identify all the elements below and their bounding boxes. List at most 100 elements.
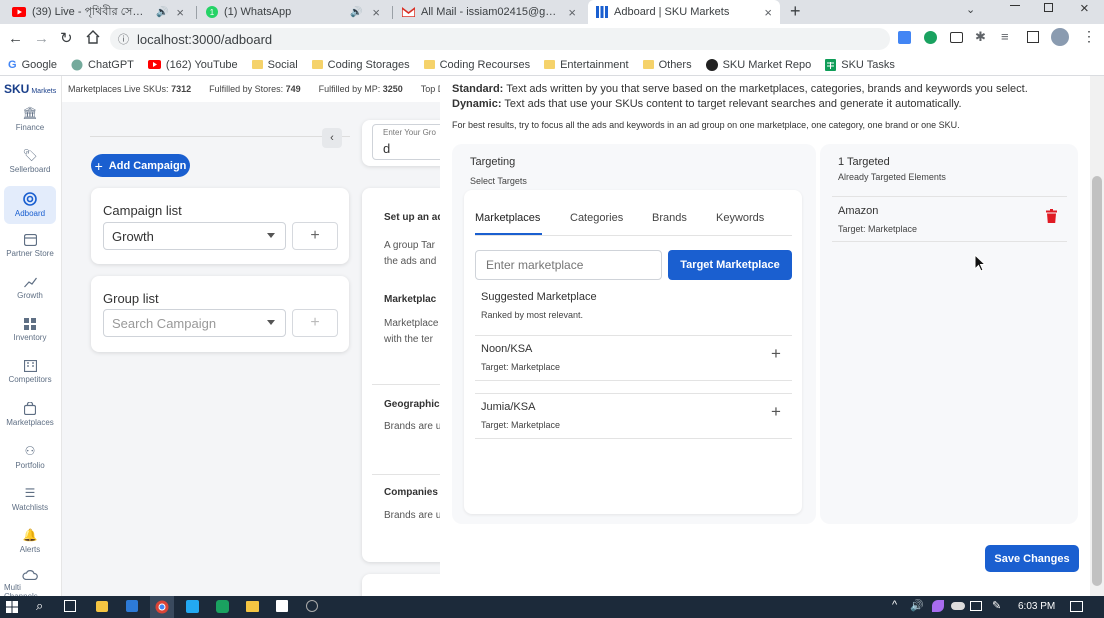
app-icon[interactable] <box>276 600 288 612</box>
add-campaign-plus-button[interactable]: + <box>292 222 338 250</box>
bookmark-folder[interactable]: Coding Storages <box>311 58 410 71</box>
nav-portfolio[interactable]: ⚇ Portfolio <box>4 444 56 476</box>
clock[interactable]: 6:03 PM <box>1018 601 1055 612</box>
tab-whatsapp[interactable]: 1 (1) WhatsApp 🔊 × <box>198 0 388 24</box>
tab-brands[interactable]: Brands <box>652 212 687 224</box>
nav-marketplaces[interactable]: Marketplaces <box>4 402 56 434</box>
cloud-tray-icon[interactable] <box>951 602 965 610</box>
nav-competitors[interactable]: Competitors <box>4 360 56 392</box>
collapse-chevron-icon[interactable]: ‹ <box>322 128 342 148</box>
standard-text: Text ads written by you that serve based… <box>506 83 1028 95</box>
forward-icon[interactable]: → <box>34 30 49 47</box>
nav-adboard[interactable]: Adboard <box>4 186 56 224</box>
tray-app-icon[interactable] <box>932 600 944 612</box>
close-tab-icon[interactable]: × <box>372 5 380 20</box>
task-view-icon[interactable] <box>64 600 76 612</box>
add-campaign-button[interactable]: + Add Campaign <box>91 154 190 177</box>
bookmark-folder[interactable]: Entertainment <box>544 59 629 71</box>
chatgpt-icon <box>71 59 83 71</box>
tab-youtube[interactable]: (39) Live - পৃথিবীর সেরা কাহিনী 🔊 × <box>4 0 192 24</box>
restore-icon[interactable] <box>1044 3 1053 12</box>
app-icon[interactable] <box>126 600 138 612</box>
notifications-icon[interactable] <box>1070 601 1083 612</box>
store-app-icon[interactable] <box>96 601 108 612</box>
nav-multi-channels[interactable]: Multi Channels <box>4 570 56 596</box>
add-group-plus-button[interactable]: + <box>292 309 338 337</box>
bookmark-item[interactable]: (162) YouTube <box>147 59 238 71</box>
close-tab-icon[interactable]: × <box>176 5 184 20</box>
home-icon[interactable] <box>86 30 100 44</box>
new-tab-icon[interactable]: + <box>790 1 801 22</box>
nav-growth[interactable]: Growth <box>4 276 56 308</box>
bookmark-item[interactable]: ChatGPT <box>71 59 134 71</box>
campaign-list-title: Campaign list <box>103 203 182 218</box>
translate-icon[interactable] <box>898 31 911 44</box>
whatsapp-icon: 1 <box>206 6 218 18</box>
bookmark-label: ChatGPT <box>88 58 134 71</box>
speaker-icon[interactable]: 🔊 <box>156 7 168 18</box>
nav-finance[interactable]: 🏛 Finance <box>4 106 56 138</box>
speaker-icon[interactable]: 🔊 <box>350 7 362 18</box>
menu-dots-icon[interactable]: ⋮ <box>1082 28 1096 45</box>
bookmark-folder[interactable]: Coding Recourses <box>423 59 530 71</box>
target-marketplace-button[interactable]: Target Marketplace <box>668 250 792 280</box>
campaign-select[interactable]: Growth <box>103 222 286 250</box>
marketplace-input[interactable] <box>475 250 662 280</box>
plus-icon: + <box>94 157 103 174</box>
close-tab-icon[interactable]: × <box>764 5 772 20</box>
pen-icon[interactable]: ✎ <box>992 599 1001 612</box>
extension-green-icon[interactable] <box>924 31 937 44</box>
volume-icon[interactable]: 🔊 <box>910 599 924 612</box>
media-icon[interactable]: ≡ <box>1001 29 1009 44</box>
url-text[interactable]: localhost:3000/adboard <box>137 32 272 47</box>
vscode-icon[interactable] <box>186 600 199 613</box>
close-window-icon[interactable]: × <box>1080 0 1089 17</box>
group-search-select[interactable]: Search Campaign <box>103 309 286 337</box>
nav-inventory[interactable]: Inventory <box>4 318 56 350</box>
nav-partner-store[interactable]: Partner Store <box>4 234 56 266</box>
sidepanel-icon[interactable] <box>1027 31 1039 43</box>
back-icon[interactable]: ← <box>8 30 23 47</box>
windows-start-icon[interactable] <box>6 601 18 613</box>
nav-alerts[interactable]: 🔔 Alerts <box>4 528 56 560</box>
scrollbar-thumb[interactable] <box>1092 176 1102 586</box>
bookmark-item[interactable]: G Google <box>8 59 57 71</box>
search-icon[interactable]: ⌕ <box>36 598 43 614</box>
tab-marketplaces[interactable]: Marketplaces <box>475 212 540 224</box>
tab-categories[interactable]: Categories <box>570 212 623 224</box>
app-icon[interactable] <box>306 600 318 612</box>
file-explorer-icon[interactable] <box>246 601 259 612</box>
pip-icon[interactable] <box>950 32 963 43</box>
address-bar[interactable]: ⓘ localhost:3000/adboard <box>110 28 890 50</box>
nav-watchlists[interactable]: ☰ Watchlists <box>4 486 56 518</box>
bookmark-label: Coding Storages <box>327 58 410 71</box>
bookmark-item[interactable]: SKU Tasks <box>825 58 895 71</box>
reload-icon[interactable]: ↻ <box>60 29 73 47</box>
close-tab-icon[interactable]: × <box>568 5 576 20</box>
stat-live-skus: Marketplaces Live SKUs: 7312 <box>68 84 192 94</box>
delete-trash-icon[interactable] <box>1046 209 1057 223</box>
tab-keywords[interactable]: Keywords <box>716 212 764 224</box>
tab-gmail[interactable]: All Mail - issiam02415@gmail.co × <box>394 0 584 24</box>
app-icon[interactable] <box>216 600 229 613</box>
save-changes-button[interactable]: Save Changes <box>985 545 1079 572</box>
chrome-taskbar-button[interactable] <box>150 596 174 618</box>
list-item: Noon/KSA Target: Marketplace + <box>475 336 792 380</box>
chevron-down-icon[interactable]: ⌄ <box>966 3 975 16</box>
nav-sellerboard[interactable]: 🏷 Sellerboard <box>4 148 56 180</box>
tray-chevron-icon[interactable]: ^ <box>892 599 897 611</box>
extensions-icon[interactable]: ✱ <box>975 29 986 45</box>
tab-adboard[interactable]: Adboard | SKU Markets × <box>588 0 780 24</box>
minimize-icon[interactable] <box>1010 5 1020 6</box>
page-scrollbar[interactable] <box>1090 76 1104 596</box>
nav-label: Inventory <box>13 333 47 342</box>
profile-avatar[interactable] <box>1051 28 1069 46</box>
app-logo[interactable]: SKU Markets <box>4 82 56 96</box>
info-icon[interactable]: ⓘ <box>118 31 129 47</box>
network-icon[interactable] <box>970 601 982 611</box>
bookmark-folder[interactable]: Others <box>642 59 692 71</box>
add-target-plus-icon[interactable]: + <box>771 402 781 422</box>
add-target-plus-icon[interactable]: + <box>771 344 781 364</box>
bookmark-folder[interactable]: Social <box>251 59 298 71</box>
bookmark-item[interactable]: SKU Market Repo <box>705 58 811 71</box>
